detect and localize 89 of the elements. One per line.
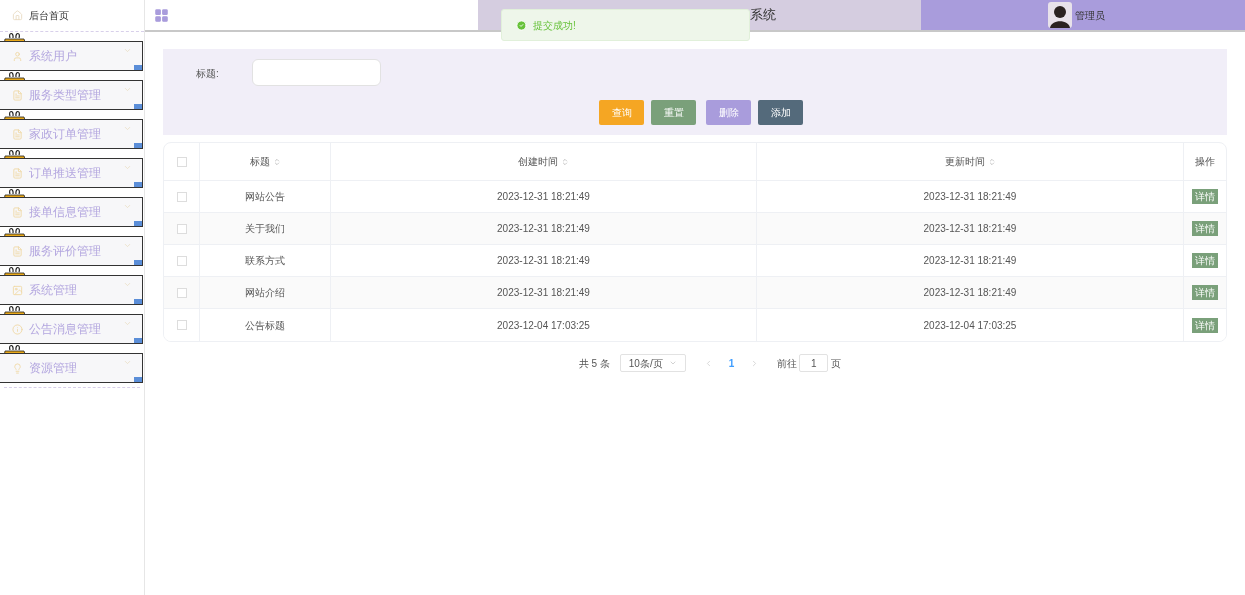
action-button[interactable]: 重置 [651, 100, 696, 125]
chevron-icon [123, 85, 132, 94]
sidebar-item[interactable]: 公告消息管理 [0, 314, 143, 344]
checkbox[interactable] [176, 223, 187, 234]
home-icon [12, 10, 23, 21]
column-header: 更新时间 [944, 155, 985, 169]
table-cell-text: 2023-12-31 18:21:49 [497, 190, 590, 204]
sidebar-item[interactable]: 系统用户 [0, 41, 143, 71]
sort-icon[interactable] [987, 157, 996, 166]
bulb-icon [12, 362, 23, 374]
table-cell-text: 联系方式 [245, 254, 285, 268]
table-cell-text: 2023-12-31 18:21:49 [923, 222, 1017, 236]
title-input[interactable] [252, 59, 381, 86]
field-label: 标题: [196, 67, 219, 81]
table-cell-text: 网站介绍 [245, 286, 285, 300]
details-button[interactable]: 详情 [1192, 189, 1218, 204]
chevron-icon [123, 124, 132, 133]
table-cell-text: 2023-12-31 18:21:49 [497, 254, 590, 268]
corner-fold [134, 221, 142, 226]
chevron-icon [123, 319, 132, 328]
chevron-icon [123, 241, 132, 250]
table-cell-text: 2023-12-31 18:21:49 [923, 286, 1017, 300]
column-header: 标题 [249, 155, 270, 169]
sort-icon[interactable] [561, 157, 569, 166]
table-cell-text: 2023-12-31 18:21:49 [497, 222, 590, 236]
chevron-icon [123, 358, 132, 367]
checkbox[interactable] [176, 287, 187, 298]
corner-fold [134, 338, 142, 343]
checkbox[interactable] [176, 255, 187, 266]
table-cell-text: 2023-12-31 18:21:49 [923, 190, 1017, 204]
details-button[interactable]: 详情 [1192, 285, 1218, 300]
total-count: 共 5 条 [578, 356, 610, 371]
document-icon [12, 206, 23, 218]
column-header: 创建时间 [518, 155, 558, 169]
sidebar-item[interactable]: 订单推送管理 [0, 158, 143, 188]
table-cell-text: 2023-12-31 18:21:49 [923, 254, 1017, 268]
page-input[interactable]: 1 [799, 354, 829, 372]
table-cell-text: 网站公告 [245, 190, 285, 204]
info-icon [12, 323, 23, 335]
table-cell-text: 2023-12-31 18:21:49 [497, 286, 590, 300]
details-button[interactable]: 详情 [1192, 253, 1218, 268]
chevron-icon [123, 280, 132, 289]
username: 管理员 [1075, 8, 1105, 23]
table-cell-text: 公告标题 [245, 318, 285, 333]
corner-fold [134, 260, 142, 265]
sidebar-item[interactable]: 系统管理 [0, 275, 143, 305]
corner-fold [134, 143, 142, 148]
sidebar-item[interactable]: 服务评价管理 [0, 236, 143, 266]
page-size-select[interactable]: 10条/页 [619, 354, 686, 372]
table-cell-text: 2023-12-04 17:03:25 [497, 318, 590, 333]
document-icon [12, 245, 23, 257]
table-cell-text: 2023-12-04 17:03:25 [923, 318, 1017, 333]
document-icon [12, 89, 23, 101]
chevron-icon [123, 46, 132, 55]
corner-fold [134, 377, 142, 382]
sidebar-item[interactable]: 接单信息管理 [0, 197, 143, 227]
document-icon [12, 128, 23, 140]
action-button[interactable]: 删除 [706, 100, 751, 125]
corner-fold [134, 65, 142, 70]
page-number[interactable]: 1 [722, 355, 741, 371]
dropdown-icon [668, 359, 677, 367]
corner-fold [134, 182, 142, 187]
person-icon [12, 50, 23, 62]
grid-icon[interactable] [154, 7, 169, 23]
sidebar-item[interactable]: 服务类型管理 [0, 80, 143, 110]
details-button[interactable]: 详情 [1192, 221, 1218, 236]
column-header: 操作 [1195, 155, 1215, 169]
page-suffix: 页 [831, 356, 842, 371]
chevron-icon [123, 202, 132, 211]
chevron-icon [123, 163, 132, 172]
system-title: 系统 [750, 6, 776, 25]
corner-fold [134, 299, 142, 304]
checkbox[interactable] [176, 156, 187, 167]
sort-icon[interactable] [272, 157, 281, 166]
checkbox[interactable] [176, 320, 187, 330]
avatar [1048, 2, 1072, 28]
details-button[interactable]: 详情 [1192, 317, 1218, 333]
toast-message: 提交成功! [533, 18, 576, 33]
goto-label: 前往 [777, 356, 798, 371]
sidebar-item[interactable]: 资源管理 [0, 353, 143, 383]
action-button[interactable]: 添加 [758, 100, 803, 125]
action-button[interactable]: 查询 [599, 100, 644, 125]
check-icon [516, 19, 527, 31]
image-icon [12, 284, 23, 296]
sidebar-item[interactable]: 家政订单管理 [0, 119, 143, 149]
table-cell-text: 关于我们 [245, 222, 285, 236]
corner-fold [134, 104, 142, 109]
document-icon [12, 167, 23, 179]
checkbox[interactable] [176, 191, 187, 202]
